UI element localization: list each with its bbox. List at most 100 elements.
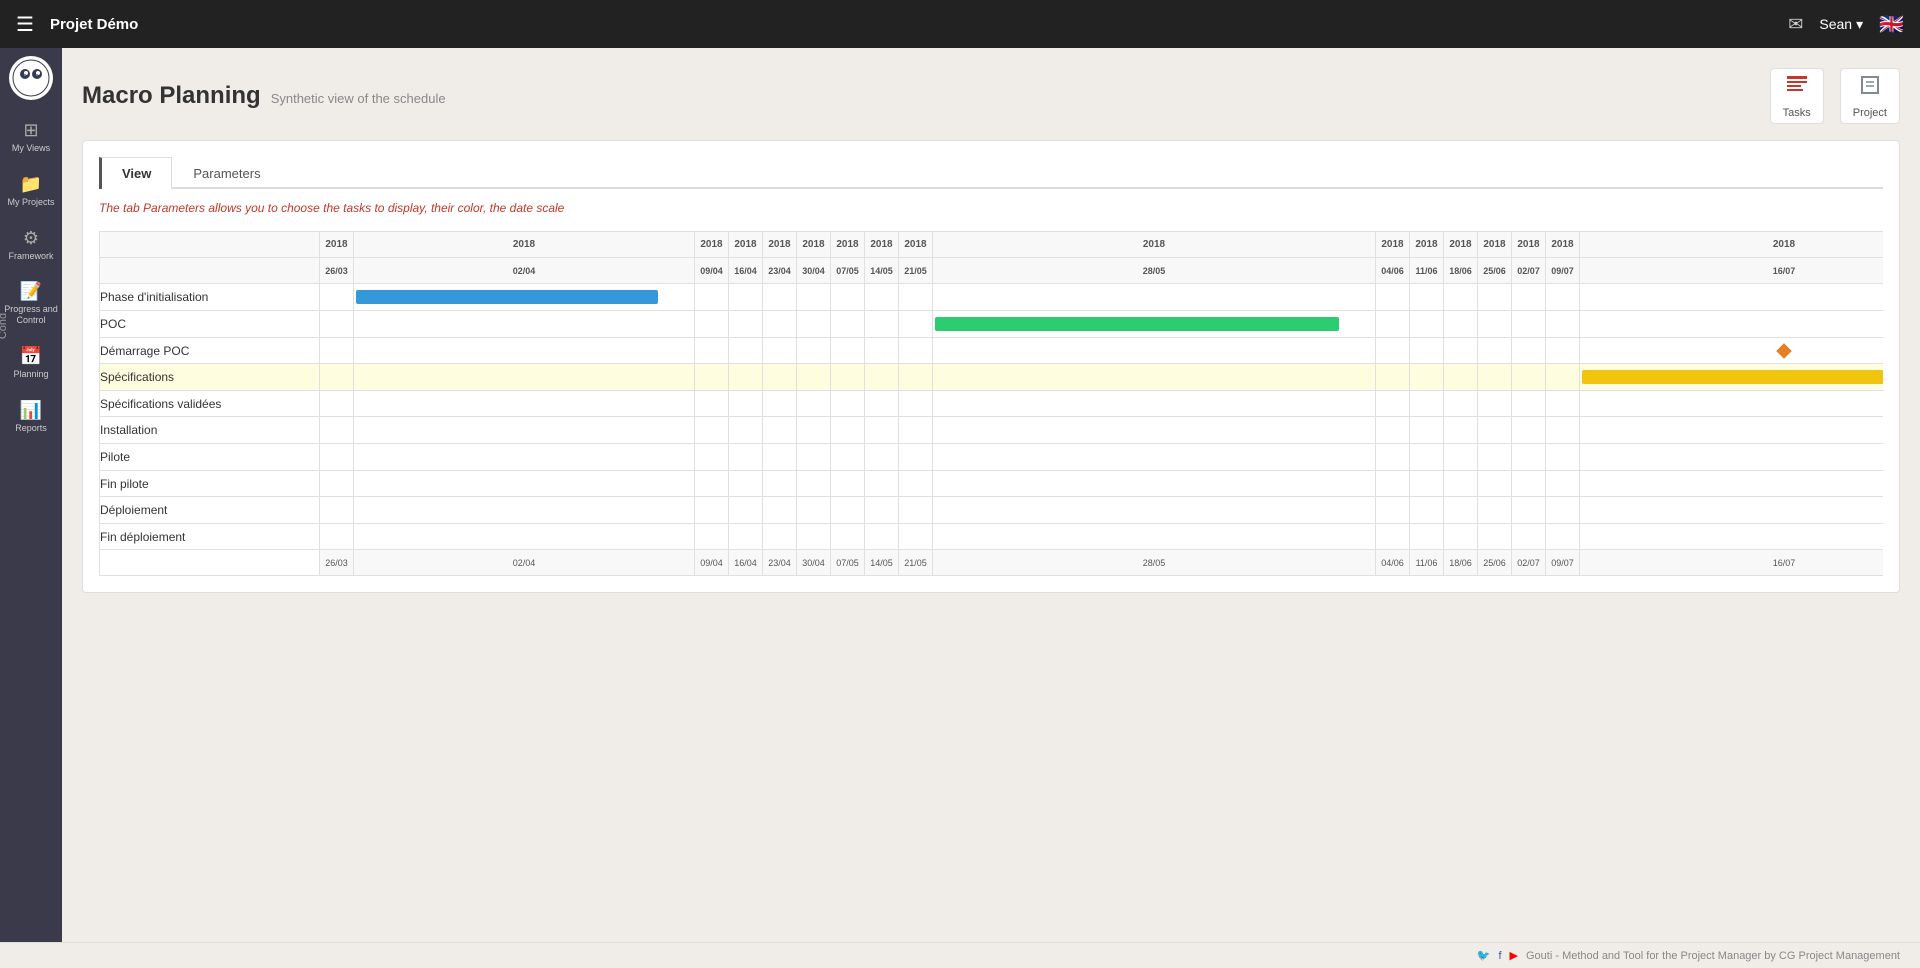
gantt-cell-6-8 [899,444,933,471]
gantt-date-header-14: 02/07 [1512,258,1546,284]
gantt-cell-8-0 [320,497,354,524]
sidebar-item-framework[interactable]: ⚙ Framework [0,220,62,270]
gantt-bar-phase-init [356,290,658,304]
language-flag[interactable]: 🇬🇧 [1879,12,1904,37]
gantt-cell-0-5 [797,284,831,311]
gantt-cell-1-6 [831,311,865,338]
gantt-cell-8-13 [1478,497,1512,524]
gantt-cell-7-12 [1444,471,1478,497]
gantt-cell-2-13 [1478,338,1512,364]
gantt-date-header-13: 25/06 [1478,258,1512,284]
gantt-cell-0-0 [320,284,354,311]
tasks-button-label: Tasks [1783,107,1811,119]
project-button[interactable]: Project [1840,68,1900,124]
project-button-label: Project [1853,107,1887,119]
table-row: Fin déploiement [100,524,1884,550]
gantt-cell-9-6 [831,524,865,550]
gantt-cell-5-2 [695,417,729,444]
sidebar-item-progress[interactable]: 📝 Progress and Control [0,273,62,334]
gantt-cell-4-9 [933,391,1376,417]
gantt-cell-8-14 [1512,497,1546,524]
gantt-cell-6-7 [865,444,899,471]
gantt-cell-6-9 [933,444,1376,471]
gantt-cell-1-12 [1444,311,1478,338]
gantt-cell-1-4 [763,311,797,338]
user-menu[interactable]: Sean ▾ [1819,16,1863,33]
gantt-footer-date-9: 28/05 [933,550,1376,576]
gantt-cell-7-9 [933,471,1376,497]
gantt-cell-4-3 [729,391,763,417]
gantt-date-header-11: 11/06 [1410,258,1444,284]
tasks-button[interactable]: Tasks [1770,68,1824,124]
tab-parameters[interactable]: Parameters [172,157,281,189]
gantt-cell-2-6 [831,338,865,364]
gantt-cell-0-11 [1410,284,1444,311]
gantt-cell-6-14 [1512,444,1546,471]
gantt-cell-5-14 [1512,417,1546,444]
gantt-cell-0-13 [1478,284,1512,311]
gantt-year-header-15: 2018 [1546,232,1580,258]
gantt-cell-9-5 [797,524,831,550]
sidebar-item-label-reports: Reports [15,423,47,434]
gantt-cell-0-1 [354,284,695,311]
gantt-cell-8-16 [1580,497,1884,524]
gantt-cell-8-4 [763,497,797,524]
gantt-date-header-1: 02/04 [354,258,695,284]
gantt-cell-4-11 [1410,391,1444,417]
gantt-footer-date-16: 16/07 [1580,550,1884,576]
gantt-cell-9-9 [933,524,1376,550]
gantt-cell-6-0 [320,444,354,471]
gantt-cell-6-6 [831,444,865,471]
gantt-cell-1-8 [899,311,933,338]
gantt-cell-7-13 [1478,471,1512,497]
gantt-cell-1-2 [695,311,729,338]
gantt-cell-2-4 [763,338,797,364]
table-row: Installation [100,417,1884,444]
gantt-cell-9-3 [729,524,763,550]
task-name-pilote: Pilote [100,444,320,471]
sidebar-item-reports[interactable]: 📊 Reports [0,392,62,442]
gantt-cell-8-15 [1546,497,1580,524]
gantt-cell-4-13 [1478,391,1512,417]
task-name-specifications-validees: Spécifications validées [100,391,320,417]
gantt-cell-5-9 [933,417,1376,444]
sidebar-item-my-projects[interactable]: 📁 My Projects [0,166,62,216]
gantt-footer-date-13: 25/06 [1478,550,1512,576]
gantt-bar-poc [935,317,1339,331]
gantt-year-header-14: 2018 [1512,232,1546,258]
logo [9,56,53,100]
gantt-cell-2-1 [354,338,695,364]
facebook-icon: f [1498,950,1501,962]
tab-view[interactable]: View [99,157,172,189]
gantt-cell-5-6 [831,417,865,444]
gantt-cell-5-15 [1546,417,1580,444]
gantt-cell-7-7 [865,471,899,497]
gantt-cell-1-9 [933,311,1376,338]
main-content: Macro Planning Synthetic view of the sch… [62,48,1920,968]
framework-icon: ⚙ [23,228,39,249]
gantt-cell-7-14 [1512,471,1546,497]
gantt-cell-7-15 [1546,471,1580,497]
gantt-year-header-4: 2018 [763,232,797,258]
footer: 🐦 f ▶ Gouti - Method and Tool for the Pr… [0,942,1920,968]
mail-icon[interactable]: ✉ [1788,14,1803,35]
sidebar-item-my-views[interactable]: ⊞ My Views [0,112,62,162]
footer-text: Gouti - Method and Tool for the Project … [1526,950,1900,962]
gantt-chart: 2018201820182018201820182018201820182018… [99,231,1883,576]
user-name: Sean [1819,16,1852,32]
gantt-footer-date-12: 18/06 [1444,550,1478,576]
gantt-cell-7-2 [695,471,729,497]
gantt-year-header-7: 2018 [865,232,899,258]
sidebar-item-planning[interactable]: 📅 Planning [0,338,62,388]
gantt-date-header-empty [100,258,320,284]
tab-bar: View Parameters [99,157,1883,189]
gantt-footer-empty [100,550,320,576]
gantt-cell-0-14 [1512,284,1546,311]
gantt-footer-date-6: 07/05 [831,550,865,576]
gantt-cell-9-14 [1512,524,1546,550]
gantt-cell-5-7 [865,417,899,444]
gantt-cell-1-15 [1546,311,1580,338]
hamburger-menu[interactable]: ☰ [16,12,34,37]
gantt-cell-8-12 [1444,497,1478,524]
gantt-cell-3-1 [354,364,695,391]
